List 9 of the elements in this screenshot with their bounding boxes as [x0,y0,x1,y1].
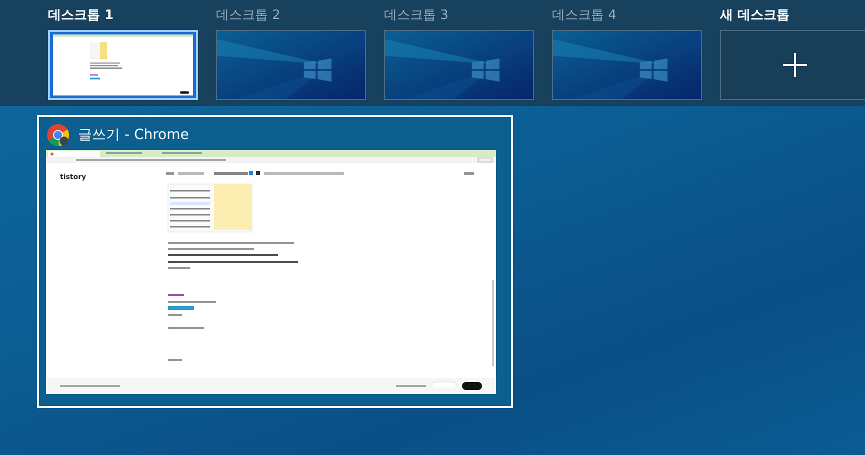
desktop-label: 데스크톱 3 [384,8,450,24]
window-title: 글쓰기 - Chrome [78,126,189,144]
desktop-label: 데스크톱 2 [216,8,282,24]
new-desktop-label: 새 데스크톱 [720,8,791,24]
plus-icon [782,52,808,78]
new-desktop-button[interactable] [720,30,865,100]
desktop-label: 데스크톱 4 [552,8,618,24]
browser-icon [46,122,70,146]
desktop-label: 데스크톱 1 [48,8,115,24]
